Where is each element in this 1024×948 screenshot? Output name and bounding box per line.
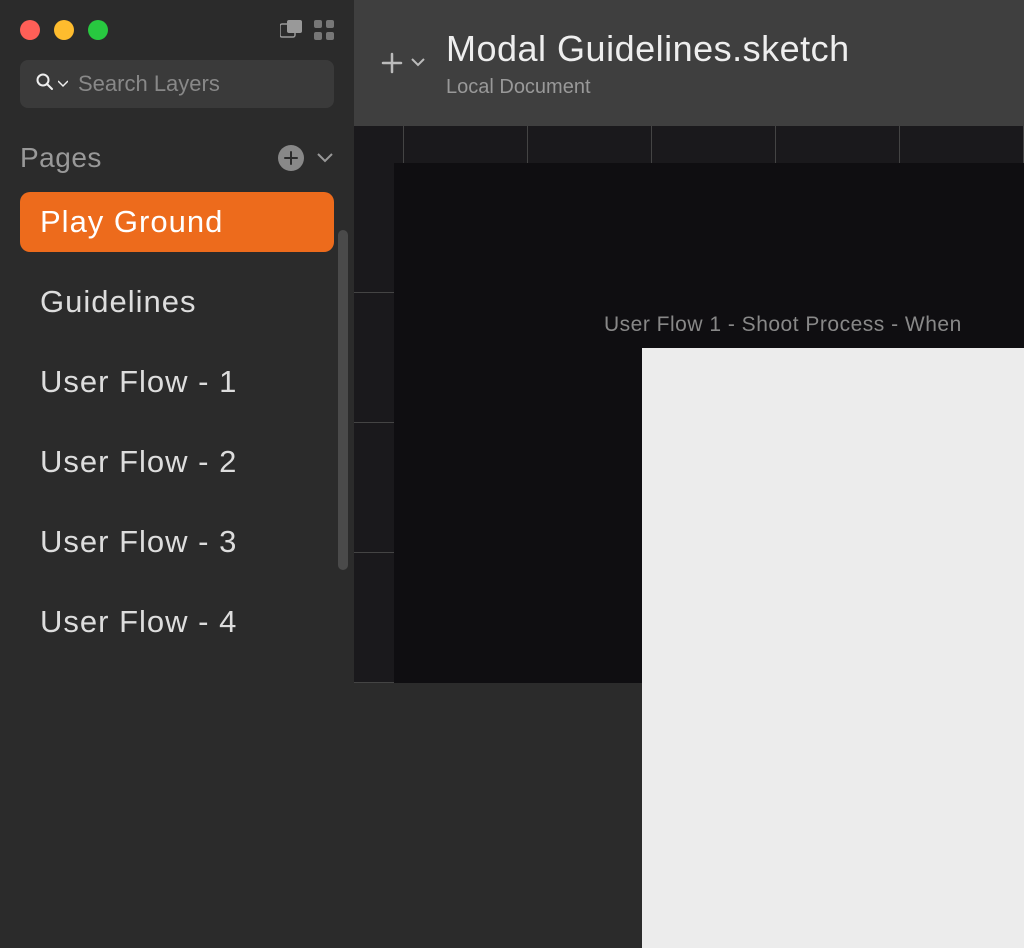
search-dropdown-icon[interactable]: [58, 75, 68, 93]
page-list: Play Ground Guidelines User Flow - 1 Use…: [0, 192, 354, 652]
sidebar-scrollbar[interactable]: [338, 230, 348, 570]
maximize-window-button[interactable]: [88, 20, 108, 40]
sidebar-overlap-icon[interactable]: [280, 20, 304, 40]
canvas[interactable]: User Flow 1 - Shoot Process - When: [354, 163, 1024, 683]
page-item-user-flow-3[interactable]: User Flow - 3: [20, 512, 334, 572]
page-item-user-flow-4[interactable]: User Flow - 4: [20, 592, 334, 652]
window-traffic-lights: [20, 20, 108, 40]
sidebar: Pages Play Ground Guidelines User Flow -…: [0, 0, 354, 683]
document-subtitle: Local Document: [446, 76, 850, 99]
page-item-play-ground[interactable]: Play Ground: [20, 192, 334, 252]
search-icon: [36, 73, 54, 96]
page-item-user-flow-2[interactable]: User Flow - 2: [20, 432, 334, 492]
pages-collapse-toggle[interactable]: [316, 152, 334, 164]
artboard[interactable]: [642, 348, 1024, 948]
close-window-button[interactable]: [20, 20, 40, 40]
search-input-field[interactable]: [78, 71, 318, 97]
horizontal-ruler[interactable]: [354, 126, 1024, 163]
sidebar-grid-icon[interactable]: [314, 20, 334, 40]
document-title: Modal Guidelines.sketch: [446, 28, 850, 70]
add-tab-button[interactable]: [380, 51, 426, 75]
minimize-window-button[interactable]: [54, 20, 74, 40]
page-item-user-flow-1[interactable]: User Flow - 1: [20, 352, 334, 412]
vertical-ruler[interactable]: [354, 163, 394, 683]
pages-section-title: Pages: [20, 142, 102, 174]
add-page-button[interactable]: [278, 145, 304, 171]
main-area: Modal Guidelines.sketch Local Document U…: [354, 0, 1024, 683]
page-item-guidelines[interactable]: Guidelines: [20, 272, 334, 332]
search-layers-input[interactable]: [20, 60, 334, 108]
document-header: Modal Guidelines.sketch Local Document: [354, 0, 1024, 126]
artboard-label[interactable]: User Flow 1 - Shoot Process - When: [604, 313, 962, 337]
